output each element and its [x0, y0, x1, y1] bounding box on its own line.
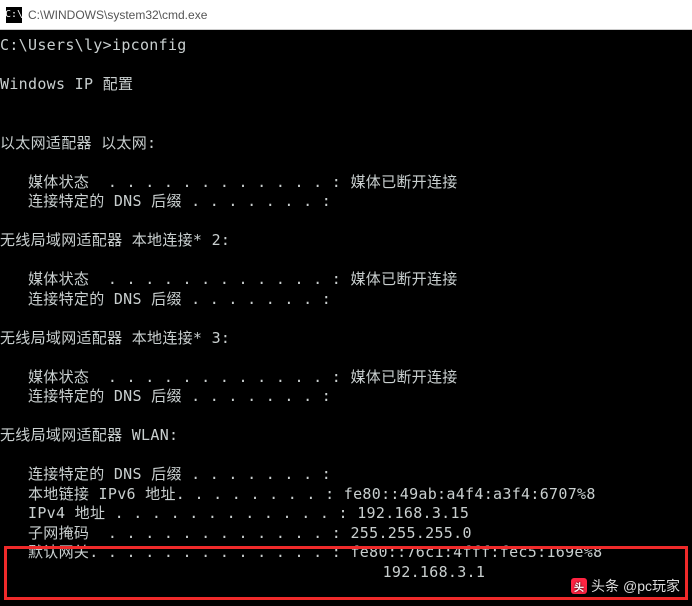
row-label: 连接特定的 DNS 后缀	[28, 465, 182, 483]
terminal-output[interactable]: C:\Users\ly>ipconfig Windows IP 配置 以太网适配…	[0, 30, 692, 582]
row-value: 媒体已断开连接	[341, 368, 457, 386]
watermark-prefix: 头条	[591, 576, 619, 596]
cmd-icon-glyph: C:\	[5, 10, 23, 20]
row-label: 默认网关	[28, 543, 89, 561]
cmd-icon: C:\	[6, 7, 22, 23]
toutiao-icon: 头	[571, 578, 587, 594]
row-value: 255.255.255.0	[341, 524, 472, 542]
row-label: 媒体状态	[28, 173, 89, 191]
adapter-title: 无线局域网适配器 本地连接* 2:	[0, 231, 230, 249]
row-label: IPv4 地址	[28, 504, 105, 522]
row-value: fe80::49ab:a4f4:a3f4:6707%8	[334, 485, 595, 503]
row-value: fe80::76c1:4fff:fec5:169e%8	[341, 543, 602, 561]
window-titlebar[interactable]: C:\ C:\WINDOWS\system32\cmd.exe	[0, 0, 692, 30]
row-value: 192.168.3.15	[348, 504, 469, 522]
window-title: C:\WINDOWS\system32\cmd.exe	[28, 8, 207, 22]
ip-config-header: Windows IP 配置	[0, 75, 133, 93]
prompt-command: ipconfig	[112, 36, 187, 54]
watermark: 头 头条 @pc玩家	[571, 576, 680, 596]
row-label: 子网掩码	[28, 524, 89, 542]
row-label: 媒体状态	[28, 270, 89, 288]
adapter-title: 以太网适配器 以太网:	[0, 134, 156, 152]
row-label: 连接特定的 DNS 后缀	[28, 290, 182, 308]
row-label: 连接特定的 DNS 后缀	[28, 387, 182, 405]
row-label: 连接特定的 DNS 后缀	[28, 192, 182, 210]
adapter-title: 无线局域网适配器 本地连接* 3:	[0, 329, 230, 347]
adapter-title: 无线局域网适配器 WLAN:	[0, 426, 178, 444]
row-value: 192.168.3.1	[383, 563, 486, 581]
row-value: 媒体已断开连接	[341, 270, 457, 288]
row-label: 媒体状态	[28, 368, 89, 386]
row-value: 媒体已断开连接	[341, 173, 457, 191]
row-label: 本地链接 IPv6 地址	[28, 485, 176, 503]
watermark-handle: @pc玩家	[623, 576, 680, 596]
prompt-path: C:\Users\ly>	[0, 36, 112, 54]
